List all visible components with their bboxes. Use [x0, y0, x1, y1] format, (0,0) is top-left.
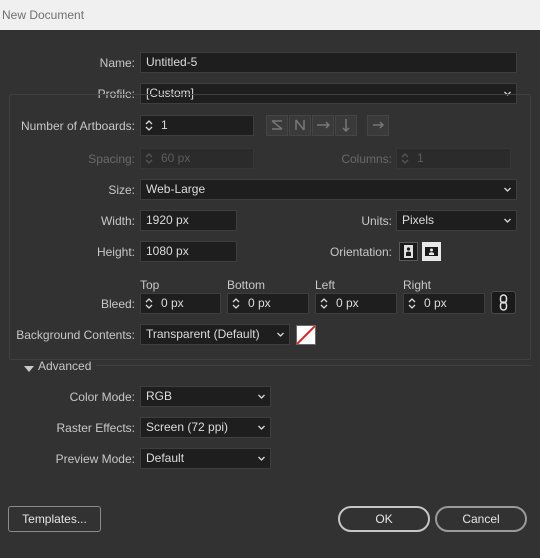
chevron-down-icon — [258, 393, 265, 400]
orientation-label: Orientation: — [329, 245, 392, 259]
size-value: Web-Large — [146, 182, 206, 196]
bleed-top-label: Top — [140, 278, 160, 292]
preview-mode-label: Preview Mode: — [55, 452, 135, 466]
background-contents-label: Background Contents: — [16, 328, 135, 342]
stepper-arrows-icon — [398, 149, 412, 168]
bleed-bottom-stepper[interactable]: 0 px — [227, 293, 309, 314]
bleed-bottom-value: 0 px — [248, 296, 271, 310]
arrange-by-row-icon[interactable] — [312, 115, 334, 136]
title-bar: New Document — [0, 0, 540, 30]
none-color-icon — [297, 326, 315, 344]
raster-effects-label: Raster Effects: — [56, 421, 135, 435]
landscape-button[interactable] — [422, 242, 441, 261]
bleed-left-label: Left — [315, 278, 336, 292]
raster-effects-value: Screen (72 ppi) — [146, 420, 229, 434]
stepper-arrows-icon[interactable] — [229, 294, 243, 313]
width-label: Width: — [100, 214, 135, 228]
portrait-icon — [404, 245, 413, 258]
units-select[interactable]: Pixels — [396, 210, 517, 231]
stepper-arrows-icon[interactable] — [142, 294, 156, 313]
bleed-label: Bleed: — [100, 297, 135, 311]
chevron-down-icon — [258, 424, 265, 431]
background-contents-select[interactable]: Transparent (Default) — [140, 324, 290, 345]
stepper-arrows-icon[interactable] — [142, 116, 156, 135]
spacing-value: 60 px — [161, 151, 191, 165]
spacing-label: Spacing: — [88, 152, 135, 166]
background-contents-value: Transparent (Default) — [146, 327, 260, 341]
size-select[interactable]: Web-Large — [140, 179, 517, 200]
stepper-arrows-icon[interactable] — [317, 294, 331, 313]
portrait-button[interactable] — [399, 242, 418, 261]
stepper-arrows-icon[interactable] — [405, 294, 419, 313]
bleed-right-value: 0 px — [424, 296, 447, 310]
stepper-arrows-icon — [142, 149, 156, 168]
raster-effects-select[interactable]: Screen (72 ppi) — [140, 417, 271, 438]
size-label: Size: — [108, 183, 135, 197]
chevron-down-icon — [504, 186, 511, 193]
color-mode-label: Color Mode: — [69, 390, 135, 404]
columns-stepper[interactable]: 1 — [396, 148, 511, 169]
artboards-value: 1 — [161, 118, 168, 132]
bleed-left-stepper[interactable]: 0 px — [315, 293, 397, 314]
color-mode-select[interactable]: RGB — [140, 386, 271, 407]
chevron-down-icon — [258, 455, 265, 462]
advanced-divider — [96, 365, 532, 366]
link-bleed-button[interactable] — [491, 291, 516, 314]
change-to-right-to-left-icon[interactable] — [367, 115, 389, 136]
chevron-down-icon — [277, 331, 284, 338]
name-label: Name: — [99, 56, 135, 70]
new-document-dialog: Name: Untitled-5 Profile: [Custom] Numbe… — [0, 30, 540, 558]
name-input[interactable]: Untitled-5 — [140, 52, 517, 73]
units-label: Units: — [361, 214, 392, 228]
chevron-down-icon — [504, 217, 511, 224]
ok-button[interactable]: OK — [338, 506, 430, 532]
artboards-label: Number of Artboards: — [20, 119, 135, 133]
templates-button[interactable]: Templates... — [8, 506, 101, 532]
advanced-toggle[interactable]: Advanced — [38, 359, 91, 373]
bleed-right-label: Right — [403, 278, 432, 292]
triangle-down-icon[interactable] — [24, 362, 34, 372]
window-title: New Document — [2, 8, 85, 22]
preview-mode-select[interactable]: Default — [140, 448, 271, 469]
background-color-swatch[interactable] — [296, 325, 316, 345]
grid-by-column-icon[interactable] — [289, 115, 311, 136]
height-input[interactable]: 1080 px — [140, 241, 237, 262]
cancel-button[interactable]: Cancel — [435, 506, 527, 532]
bleed-top-stepper[interactable]: 0 px — [140, 293, 221, 314]
bleed-top-value: 0 px — [161, 296, 184, 310]
columns-label: Columns: — [341, 152, 392, 166]
grid-by-row-icon[interactable] — [266, 115, 288, 136]
artboards-stepper[interactable]: 1 — [140, 115, 254, 136]
bleed-bottom-label: Bottom — [227, 278, 266, 292]
spacing-stepper[interactable]: 60 px — [140, 148, 254, 169]
color-mode-value: RGB — [146, 389, 173, 403]
bleed-right-stepper[interactable]: 0 px — [403, 293, 485, 314]
height-label: Height: — [96, 245, 135, 259]
bleed-left-value: 0 px — [336, 296, 359, 310]
arrange-by-column-icon[interactable] — [335, 115, 357, 136]
units-value: Pixels — [402, 213, 435, 227]
columns-value: 1 — [417, 151, 424, 165]
preview-mode-value: Default — [146, 451, 185, 465]
landscape-icon — [425, 247, 438, 256]
chain-link-icon — [499, 294, 508, 311]
width-input[interactable]: 1920 px — [140, 210, 237, 231]
